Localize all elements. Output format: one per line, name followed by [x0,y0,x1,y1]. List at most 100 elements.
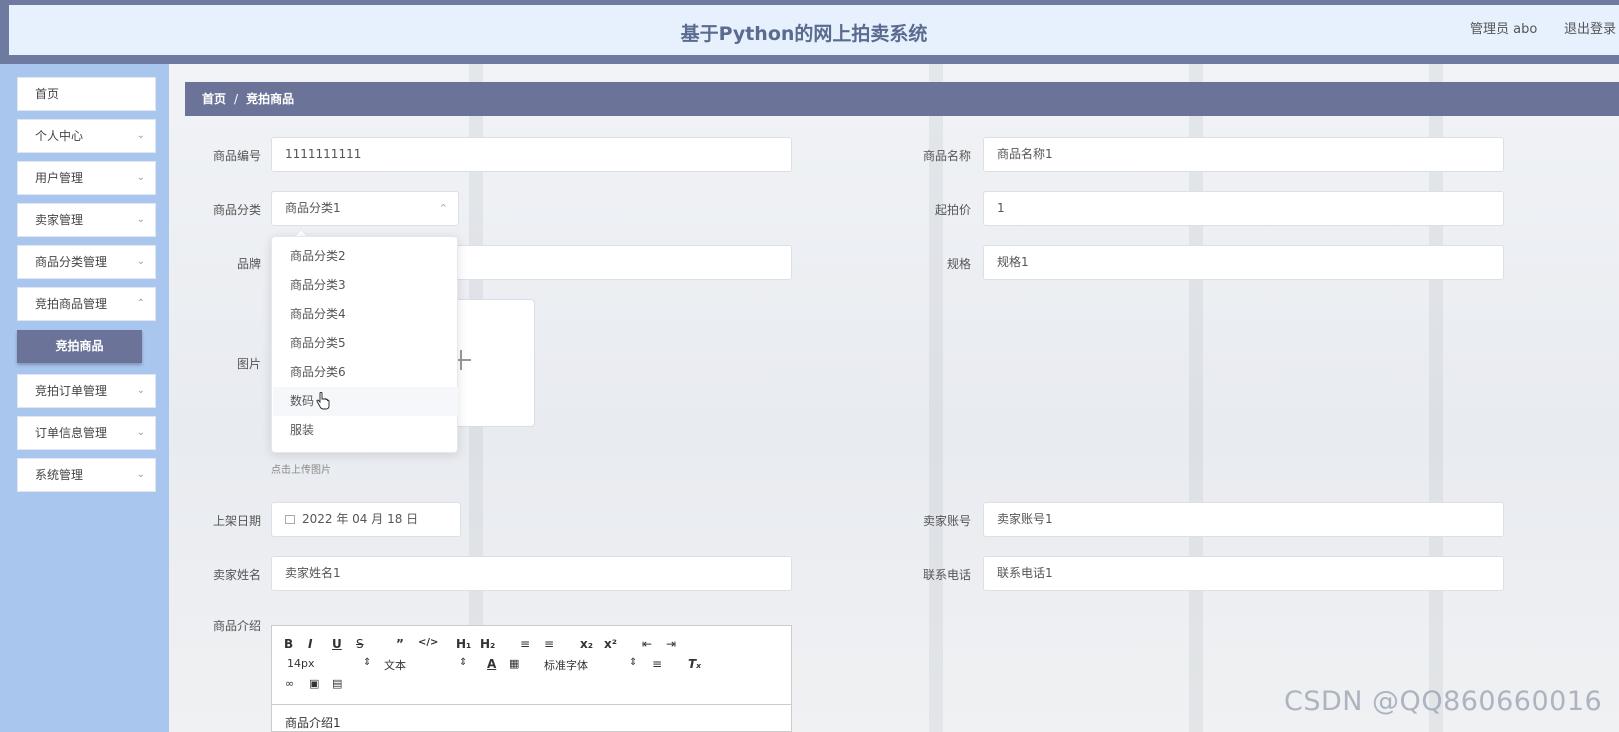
dropdown-option[interactable]: 商品分类5 [273,329,458,358]
outdent-icon[interactable]: ⇤ [642,637,652,651]
align-left-icon[interactable]: ≡ [652,657,662,671]
sidebar-item-system-management[interactable]: 系统管理 ⌄ [17,458,156,492]
app-title: 基于Python的网上拍卖系统 [680,23,928,45]
sidebar-item-home[interactable]: 首页 [17,77,156,111]
editor-divider [272,704,791,705]
breadcrumb-home[interactable]: 首页 [202,92,226,106]
sidebar: 首页 个人中心 ⌄ 用户管理 ⌄ 卖家管理 ⌄ 商品分类管理 ⌄ 竞拍商品管理 ⌃ 竞拍商… [0,64,169,732]
chevron-down-icon: ⌄ [136,427,145,438]
name-input[interactable]: 商品名称1 [983,137,1504,172]
sidebar-item-label: 卖家管理 [35,213,84,227]
dropdown-option[interactable]: 商品分类2 [273,242,458,271]
phone-label: 联系电话 [922,568,971,582]
sidebar-item-label: 用户管理 [35,171,84,185]
bold-icon[interactable]: B [284,637,293,651]
background-color-icon[interactable]: ▦ [509,657,519,670]
link-icon[interactable]: ∞ [285,677,294,690]
sidebar-item-category-management[interactable]: 商品分类管理 ⌄ [17,245,156,279]
chevron-down-icon: ⌄ [136,172,145,183]
sidebar-item-order-info-management[interactable]: 订单信息管理 ⌄ [17,416,156,450]
dropdown-option[interactable]: 商品分类3 [273,271,458,300]
category-dropdown: 商品分类2 商品分类3 商品分类4 商品分类5 商品分类6 数码 服装 [271,236,458,453]
indent-icon[interactable]: ⇥ [666,637,676,651]
category-select[interactable]: 商品分类1 ⌃ [271,191,459,226]
sidebar-item-user-management[interactable]: 用户管理 ⌄ [17,161,156,195]
start-price-label: 起拍价 [934,203,971,217]
date-value: 2022 年 04 月 18 日 [302,512,419,526]
breadcrumb: 首页 / 竞拍商品 [185,82,1619,116]
date-label: 上架日期 [212,514,261,528]
category-label: 商品分类 [212,203,261,217]
chevron-down-icon: ⌄ [136,469,145,480]
sidebar-item-label: 竞拍商品管理 [35,297,108,311]
dropdown-option-hovered[interactable]: 数码 [273,387,458,416]
sidebar-item-personal-center[interactable]: 个人中心 ⌄ [17,119,156,153]
seller-name-label: 卖家姓名 [212,568,261,582]
phone-input[interactable]: 联系电话1 [983,556,1504,591]
editor-content[interactable]: 商品介绍1 [285,714,341,731]
chevron-up-icon: ⌃ [438,202,448,215]
ordered-list-icon[interactable]: ≡ [520,637,530,651]
watermark: CSDN @QQ860660016 [1284,686,1603,717]
rich-text-editor[interactable]: B I U S ” </> H₁ H₂ ≡ ≡ x₂ x² ⇤ ⇥ 14px ⇕… [271,625,792,732]
sidebar-item-seller-management[interactable]: 卖家管理 ⌄ [17,203,156,237]
strikethrough-icon[interactable]: S [356,637,364,651]
calendar-icon [285,515,295,524]
intro-label: 商品介绍 [212,619,261,633]
chevron-down-icon: ⌄ [136,256,145,267]
image-icon[interactable]: ▣ [309,677,319,690]
dropdown-option[interactable]: 商品分类6 [273,358,458,387]
sidebar-item-label: 系统管理 [35,468,84,482]
chevron-down-icon: ⌄ [136,130,145,141]
superscript-icon[interactable]: x² [604,637,617,651]
dropdown-option[interactable]: 服装 [273,416,458,445]
code-label: 商品编号 [212,149,261,163]
background-decoration [929,64,943,732]
sidebar-item-auction-product-management[interactable]: 竞拍商品管理 ⌃ [17,287,156,321]
chevron-updown-icon: ⇕ [363,657,372,668]
heading-2-icon[interactable]: H₂ [480,637,495,651]
name-label: 商品名称 [922,149,971,163]
breadcrumb-current: 竞拍商品 [246,92,295,106]
subscript-icon[interactable]: x₂ [580,637,593,651]
code-block-icon[interactable]: </> [418,637,438,648]
spec-label: 规格 [946,257,971,271]
hand-cursor-icon [316,392,330,410]
sidebar-item-label: 个人中心 [35,129,84,143]
sidebar-subitem-auction-product[interactable]: 竞拍商品 [17,330,142,363]
sidebar-item-label: 订单信息管理 [35,426,108,440]
header: 基于Python的网上拍卖系统 [9,5,1619,55]
logout-link[interactable]: 退出登录 [1564,18,1616,37]
seller-account-label: 卖家账号 [922,514,971,528]
text-color-icon[interactable]: A [487,657,496,671]
blockquote-icon[interactable]: ” [396,637,404,651]
video-icon[interactable]: ▤ [332,677,342,690]
underline-icon[interactable]: U [332,637,342,651]
chevron-down-icon: ⌄ [136,385,145,396]
font-family-select[interactable]: 标准字体 [544,657,588,673]
spec-input[interactable]: 规格1 [983,245,1504,280]
clear-format-icon[interactable]: Tₓ [688,657,701,671]
code-input[interactable]: 1111111111 [271,137,792,172]
start-price-input[interactable]: 1 [983,191,1504,226]
user-info: 管理员 abo [1470,22,1538,37]
text-type-select[interactable]: 文本 [384,657,406,673]
sidebar-item-auction-order-management[interactable]: 竞拍订单管理 ⌄ [17,374,156,408]
breadcrumb-separator: / [234,92,239,106]
top-bar: 基于Python的网上拍卖系统 [0,0,1619,64]
seller-account-input[interactable]: 卖家账号1 [983,502,1504,537]
heading-1-icon[interactable]: H₁ [456,637,471,651]
brand-label: 品牌 [236,257,261,271]
chevron-up-icon: ⌃ [136,298,145,309]
sidebar-item-label: 竞拍订单管理 [35,384,108,398]
sidebar-item-label: 商品分类管理 [35,255,108,269]
font-size-select[interactable]: 14px [287,657,315,670]
seller-name-input[interactable]: 卖家姓名1 [271,556,792,591]
bullet-list-icon[interactable]: ≡ [544,637,554,651]
italic-icon[interactable]: I [308,637,312,651]
date-picker[interactable]: 2022 年 04 月 18 日 [271,502,461,537]
chevron-updown-icon: ⇕ [629,657,638,668]
dropdown-option[interactable]: 商品分类4 [273,300,458,329]
upload-hint: 点击上传图片 [271,465,331,476]
chevron-down-icon: ⌄ [136,214,145,225]
